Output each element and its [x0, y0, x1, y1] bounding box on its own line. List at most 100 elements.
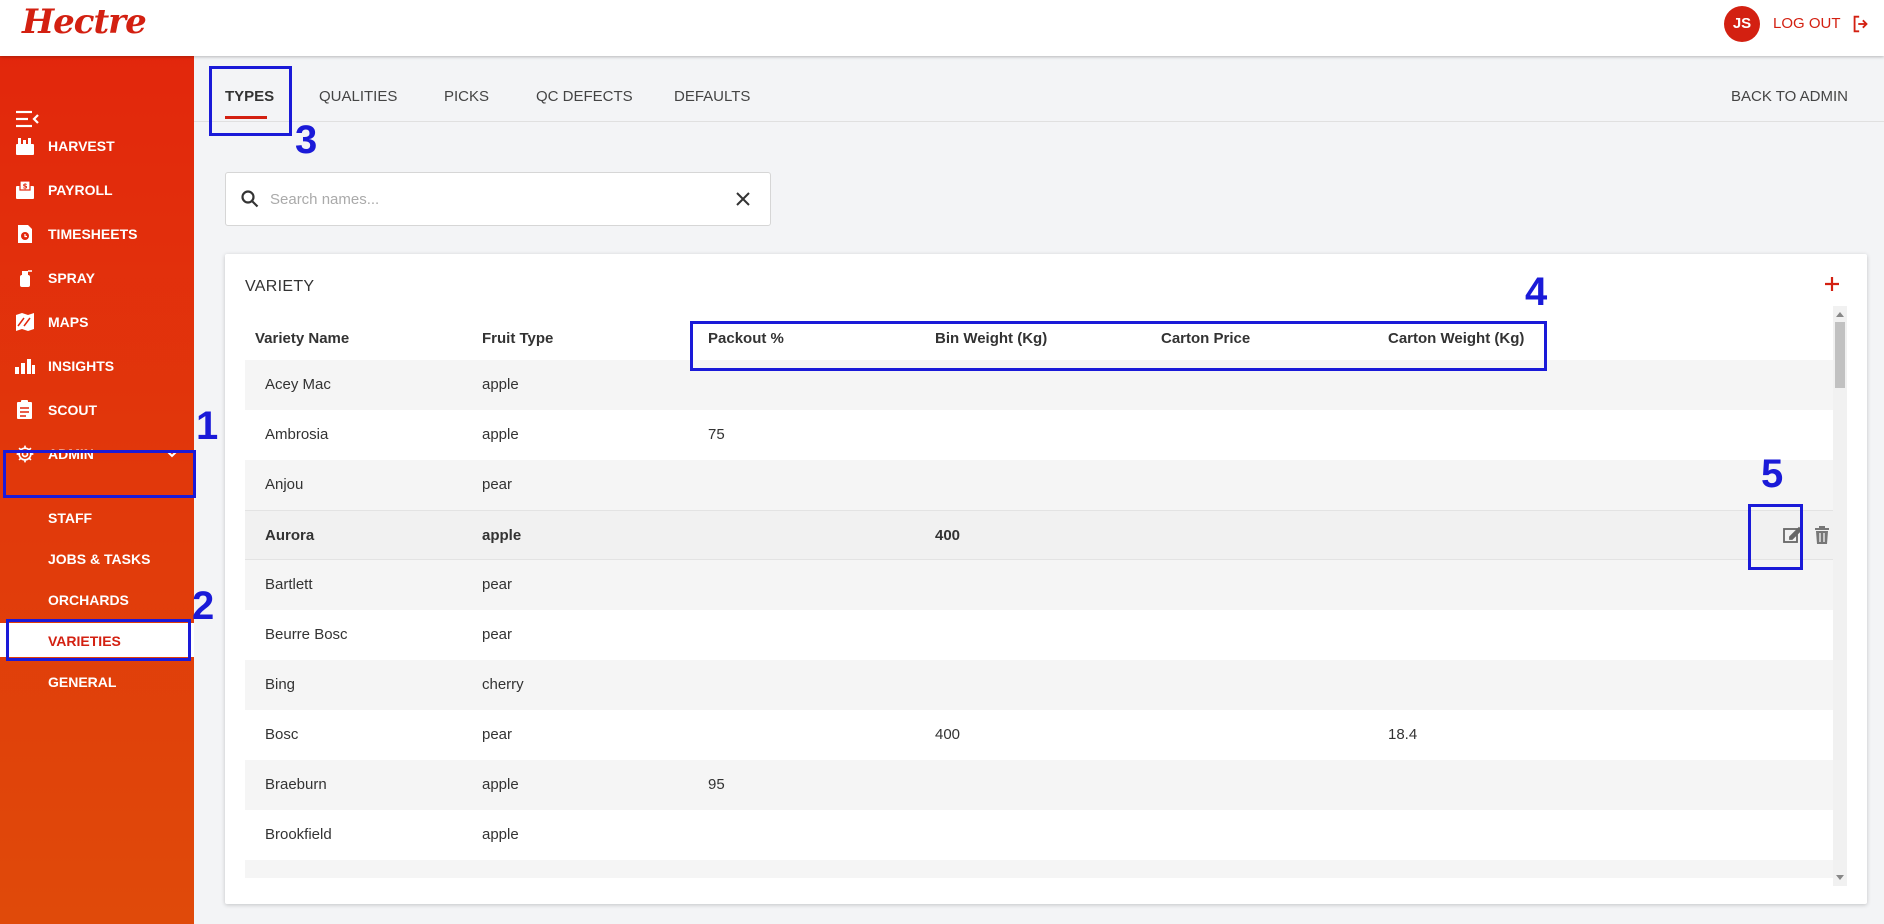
cell-fruit-type: pear	[482, 726, 513, 743]
search-input[interactable]	[270, 187, 710, 211]
cell-bin-weight: 400	[935, 726, 961, 743]
cell-bin-weight: 400	[935, 527, 961, 544]
cell-variety-name: Braeburn	[265, 776, 327, 793]
table-row[interactable]: Bartlett pear	[245, 560, 1833, 610]
sidebar-item-label: INSIGHTS	[48, 358, 115, 374]
annotation-box-3	[209, 66, 292, 136]
cell-fruit-type: apple	[482, 826, 519, 843]
sidebar-item-label: TIMESHEETS	[48, 226, 138, 242]
cell-variety-name: Bosc	[265, 726, 299, 743]
annotation-number-5: 5	[1761, 452, 1784, 496]
search-box	[225, 172, 771, 226]
annotation-number-2: 2	[192, 584, 215, 628]
logout-link[interactable]: LOG OUT	[1773, 15, 1841, 32]
cell-fruit-type: pear	[482, 476, 513, 493]
card-title: VARIETY	[245, 278, 315, 295]
sidebar-subitem-label: GENERAL	[48, 674, 117, 690]
table-row-highlighted[interactable]: Aurora apple 400	[245, 510, 1833, 560]
back-to-admin-link[interactable]: BACK TO ADMIN	[1731, 88, 1848, 105]
sidebar-item-maps[interactable]: MAPS	[0, 302, 194, 342]
table-row[interactable]: Bing cherry	[245, 660, 1833, 710]
scout-icon	[17, 400, 32, 419]
delete-icon[interactable]	[1811, 524, 1833, 546]
sidebar-item-label: HARVEST	[48, 138, 115, 154]
hectre-logo[interactable]: Hectre	[22, 2, 147, 42]
close-icon[interactable]	[734, 190, 752, 208]
table-scrollbar[interactable]	[1833, 306, 1847, 886]
maps-icon	[16, 313, 34, 331]
table-row[interactable]	[245, 860, 1833, 878]
cell-variety-name: Bartlett	[265, 576, 313, 593]
annotation-box-5	[1748, 504, 1803, 570]
sidebar-item-label: PAYROLL	[48, 182, 113, 198]
top-bar: Hectre JS LOG OUT	[0, 0, 1884, 56]
column-header[interactable]: Fruit Type	[482, 330, 553, 347]
cell-fruit-type: apple	[482, 527, 522, 544]
scroll-down-arrow-icon[interactable]	[1836, 875, 1844, 880]
sidebar-item-label: SPRAY	[48, 270, 95, 286]
payroll-icon: $	[16, 180, 34, 199]
add-icon[interactable]	[1822, 274, 1842, 294]
timesheets-icon	[18, 225, 32, 243]
cell-variety-name: Acey Mac	[265, 376, 331, 393]
annotation-number-4: 4	[1525, 270, 1548, 314]
tab-qc-defects[interactable]: QC DEFECTS	[536, 88, 633, 105]
cell-fruit-type: pear	[482, 576, 513, 593]
table-row[interactable]: Ambrosia apple 75	[245, 410, 1833, 460]
table-row[interactable]: Anjou pear	[245, 460, 1833, 510]
sidebar-item-insights[interactable]: INSIGHTS	[0, 346, 194, 386]
tab-picks[interactable]: PICKS	[444, 88, 489, 105]
table-row[interactable]: Beurre Bosc pear	[245, 610, 1833, 660]
cell-fruit-type: apple	[482, 776, 519, 793]
scroll-up-arrow-icon[interactable]	[1836, 312, 1844, 317]
table-body: Acey Mac apple Ambrosia apple 75 Anjou p…	[245, 360, 1833, 878]
annotation-box-2	[6, 619, 191, 661]
sidebar-item-scout[interactable]: SCOUT	[0, 390, 194, 430]
sidebar-item-timesheets[interactable]: TIMESHEETS	[0, 214, 194, 254]
cell-variety-name: Ambrosia	[265, 426, 329, 443]
sidebar-subitem-general[interactable]: GENERAL	[0, 664, 194, 698]
cell-variety-name: Beurre Bosc	[265, 626, 348, 643]
user-avatar[interactable]: JS	[1724, 6, 1760, 42]
table-row[interactable]: Braeburn apple 95	[245, 760, 1833, 810]
cell-fruit-type: apple	[482, 376, 519, 393]
sidebar-item-label: MAPS	[48, 314, 89, 330]
tab-qualities[interactable]: QUALITIES	[319, 88, 397, 105]
table-row[interactable]: Bosc pear 400 18.4	[245, 710, 1833, 760]
spray-icon	[20, 270, 32, 287]
cell-variety-name: Bing	[265, 676, 296, 693]
cell-fruit-type: pear	[482, 626, 513, 643]
sidebar-item-payroll[interactable]: $ PAYROLL	[0, 170, 194, 210]
tab-defaults[interactable]: DEFAULTS	[674, 88, 750, 105]
sidebar-item-harvest[interactable]: HARVEST	[0, 126, 194, 166]
sidebar-subitem-label: JOBS & TASKS	[48, 551, 151, 567]
cell-carton-weight: 18.4	[1388, 726, 1418, 743]
annotation-number-1: 1	[196, 404, 219, 448]
sidebar-subitem-label: ORCHARDS	[48, 592, 129, 608]
cell-variety-name: Aurora	[265, 527, 315, 544]
cell-variety-name: Brookfield	[265, 826, 332, 843]
table-row[interactable]: Brookfield apple	[245, 810, 1833, 860]
column-header[interactable]: Variety Name	[255, 330, 349, 347]
admin-tabs: TYPES QUALITIES PICKS QC DEFECTS DEFAULT…	[194, 56, 1884, 122]
annotation-box-4	[690, 321, 1547, 371]
harvest-icon	[16, 138, 34, 155]
search-icon	[241, 190, 259, 208]
sidebar-subitem-jobs-tasks[interactable]: JOBS & TASKS	[0, 541, 194, 575]
cell-packout: 75	[708, 426, 725, 443]
logout-icon[interactable]	[1850, 13, 1872, 35]
cell-fruit-type: cherry	[482, 676, 524, 693]
cell-fruit-type: apple	[482, 426, 519, 443]
svg-text:$: $	[23, 183, 28, 191]
sidebar-item-spray[interactable]: SPRAY	[0, 258, 194, 298]
cell-variety-name: Anjou	[265, 476, 304, 493]
insights-icon	[15, 359, 35, 374]
sidebar-subitem-orchards[interactable]: ORCHARDS	[0, 582, 194, 616]
scrollbar-thumb[interactable]	[1835, 322, 1845, 388]
sidebar-subitem-staff[interactable]: STAFF	[0, 500, 194, 534]
cell-packout: 95	[708, 776, 725, 793]
sidebar-item-label: SCOUT	[48, 402, 97, 418]
annotation-box-1	[3, 450, 196, 498]
sidebar-subitem-label: STAFF	[48, 510, 93, 526]
annotation-number-3: 3	[295, 118, 318, 162]
